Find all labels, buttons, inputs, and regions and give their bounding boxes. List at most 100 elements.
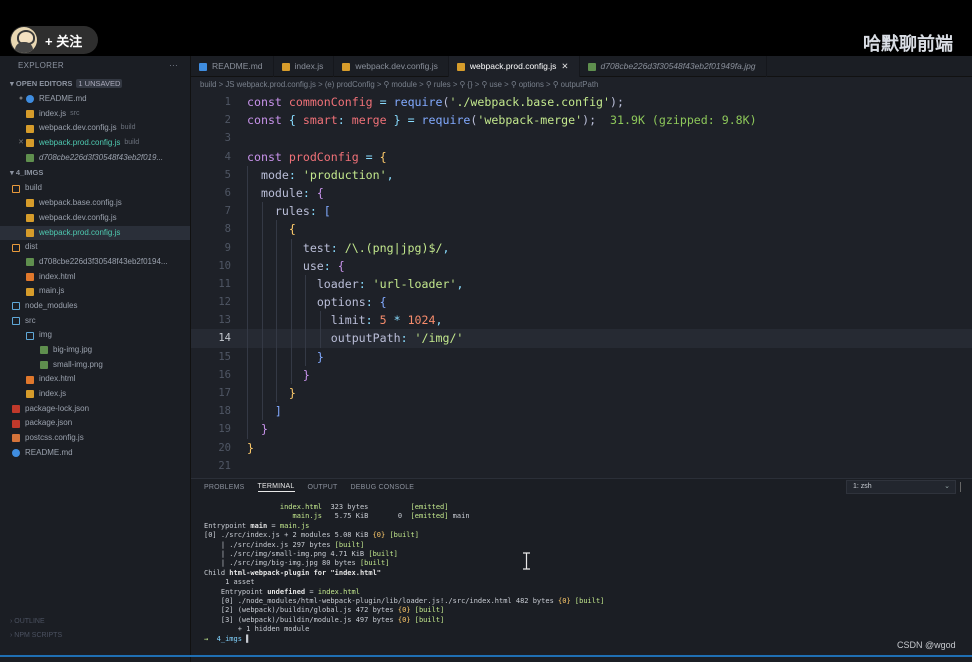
close-icon[interactable]: ✕ [561, 56, 568, 77]
code-token: : [309, 204, 324, 219]
tree-item-node-modules[interactable]: node_modules [0, 299, 190, 314]
code-line[interactable]: 16 } [191, 365, 972, 384]
code-line[interactable]: 20} [191, 439, 972, 457]
html-icon [26, 375, 34, 384]
npm-scripts-section[interactable]: › NPM SCRIPTS [10, 632, 62, 639]
code-token: use [302, 258, 324, 273]
indent-guide [261, 402, 263, 421]
open-editors-header[interactable]: ▾ OPEN EDITORS 1 UNSAVED [0, 76, 190, 92]
tree-item-img[interactable]: img [0, 328, 190, 343]
project-header[interactable]: ▾ 4_IMGS [0, 165, 190, 181]
file-name: package.json [25, 418, 73, 428]
tab-readme-md[interactable]: README.md [191, 56, 274, 77]
tab-index-js[interactable]: index.js [274, 56, 335, 77]
line-number: 19 [218, 423, 231, 436]
code-line[interactable]: 19 } [191, 420, 972, 439]
code-token: require [393, 95, 443, 109]
file-name: index.js [39, 108, 67, 118]
tree-item-dist[interactable]: dist [0, 240, 190, 255]
panel-actions-icon[interactable] [960, 482, 970, 492]
code-line[interactable]: 12 options: { [191, 293, 972, 312]
code-line[interactable]: 3 [191, 129, 972, 147]
tree-item-index-html[interactable]: index.html [0, 372, 190, 387]
open-editor-item[interactable]: ✕ webpack.prod.config.js build [0, 136, 190, 151]
terminal-text: {0} [397, 615, 411, 624]
tree-item-build[interactable]: build [0, 181, 190, 196]
tree-item-package-lock-json[interactable]: package-lock.json [0, 402, 190, 417]
tab-webpack-prod-config-js[interactable]: webpack.prod.config.js ✕ [448, 56, 580, 77]
folder-icon [12, 302, 20, 311]
tree-item-index-js[interactable]: index.js [0, 387, 190, 402]
code-text: mode: 'production', [231, 165, 394, 184]
editor-status-mark[interactable]: ✕ [16, 136, 26, 151]
js-icon [26, 124, 34, 133]
code-line[interactable]: 10 use: { [191, 256, 972, 275]
panel-tab-terminal[interactable]: TERMINAL [257, 483, 295, 492]
code-line[interactable]: 13 limit: 5 * 1024, [191, 311, 972, 330]
folder-icon [26, 331, 34, 340]
code-token: , [386, 167, 394, 182]
code-line[interactable]: 7 rules: [ [191, 202, 972, 221]
panel-tab-problems[interactable]: PROBLEMS [204, 484, 245, 491]
tree-item-postcss-config-js[interactable]: postcss.config.js [0, 431, 190, 446]
line-number: 1 [224, 96, 231, 108]
tab-webpack-dev-config-js[interactable]: webpack.dev.config.js [334, 56, 449, 77]
code-line[interactable]: 17 } [191, 384, 972, 403]
follow-button[interactable]: + 关注 [10, 26, 98, 54]
terminal-text: [3] (webpack)/buildin/module.js 497 byte… [204, 615, 398, 624]
npm-icon [12, 419, 20, 428]
file-name: webpack.dev.config.js [39, 123, 117, 133]
code-line[interactable]: 2 const { smart: merge } = require('webpa… [191, 111, 972, 129]
line-number: 14 [218, 332, 231, 345]
code-line[interactable]: 11 loader: 'url-loader', [191, 274, 972, 294]
outline-section[interactable]: › OUTLINE [10, 618, 45, 625]
tree-item-big-img-jpg[interactable]: big-img.jpg [0, 343, 190, 358]
breadcrumb[interactable]: build > JS webpack.prod.config.js > (e) … [200, 80, 598, 89]
line-number: 6 [224, 186, 231, 199]
indent-guide [261, 311, 263, 330]
panel-tab-output[interactable]: OUTPUT [308, 484, 338, 491]
code-line[interactable]: 6 module: { [191, 183, 972, 203]
code-line[interactable]: 15 } [191, 347, 972, 366]
open-editor-item[interactable]: webpack.dev.config.js build [0, 121, 190, 136]
code-line[interactable]: 18 ] [191, 402, 972, 421]
code-text: module: { [231, 183, 324, 203]
code-line[interactable]: 9 test: /\.(png|jpg)$/, [191, 238, 972, 257]
panel-tab-debug-console[interactable]: DEBUG CONSOLE [350, 484, 414, 491]
tree-item-d708cbe226d3f30548f43eb2f0194-[interactable]: d708cbe226d3f30548f43eb2f0194... [0, 255, 190, 270]
terminal-text: | ./src/img/big-img.jpg 80 bytes [204, 559, 360, 568]
tab-d708cbe226d3f30548f43eb2f01949fa-jpg[interactable]: d708cbe226d3f30548f43eb2f01949fa.jpg [580, 56, 767, 77]
tree-item-webpack-base-config-js[interactable]: webpack.base.config.js [0, 196, 190, 211]
terminal-text: | ./src/img/small-img.png 4.71 KiB [204, 550, 369, 559]
code-area[interactable]: 1 const commonConfig = require('./webpack… [191, 93, 972, 475]
code-line[interactable]: 4 const prodConfig = { [191, 148, 972, 166]
code-line[interactable]: 14 outputPath: '/img/' [191, 329, 972, 348]
open-editor-item[interactable]: index.js src [0, 107, 190, 122]
tree-item-webpack-dev-config-js[interactable]: webpack.dev.config.js [0, 211, 190, 226]
open-editor-item[interactable]: d708cbe226d3f30548f43eb2f019... [0, 151, 190, 166]
terminal-text: {0} [397, 606, 411, 615]
tree-item-small-img-png[interactable]: small-img.png [0, 358, 190, 373]
tree-item-webpack-prod-config-js[interactable]: webpack.prod.config.js [0, 225, 190, 241]
code-line[interactable]: 21 [191, 457, 972, 475]
open-editor-item[interactable]: ● README.md [0, 92, 190, 107]
more-actions-icon[interactable]: ··· [169, 56, 178, 76]
tree-item-readme-md[interactable]: README.md [0, 446, 190, 461]
tree-item-src[interactable]: src [0, 314, 190, 329]
tree-item-package-json[interactable]: package.json [0, 416, 190, 431]
code-token: , [435, 313, 443, 328]
indent-guide [290, 274, 292, 294]
terminal-shell-select[interactable]: 1: zsh ⌄ [846, 480, 956, 494]
tree-item-index-html[interactable]: index.html [0, 270, 190, 285]
editor-status-mark: ● [18, 95, 24, 102]
terminal-text: [built] [389, 531, 419, 540]
code-line[interactable]: 5 mode: 'production', [191, 165, 972, 184]
code-text: use: { [231, 256, 345, 275]
terminal-text: main [250, 521, 268, 530]
terminal-output[interactable]: index.html 323 bytes [emitted] main.js 5… [204, 503, 604, 644]
terminal-text: [built] [334, 540, 365, 549]
code-token: 'url-loader' [372, 276, 457, 291]
code-line[interactable]: 1 const commonConfig = require('./webpack… [191, 93, 972, 111]
tree-item-main-js[interactable]: main.js [0, 284, 190, 299]
code-line[interactable]: 8 { [191, 220, 972, 239]
